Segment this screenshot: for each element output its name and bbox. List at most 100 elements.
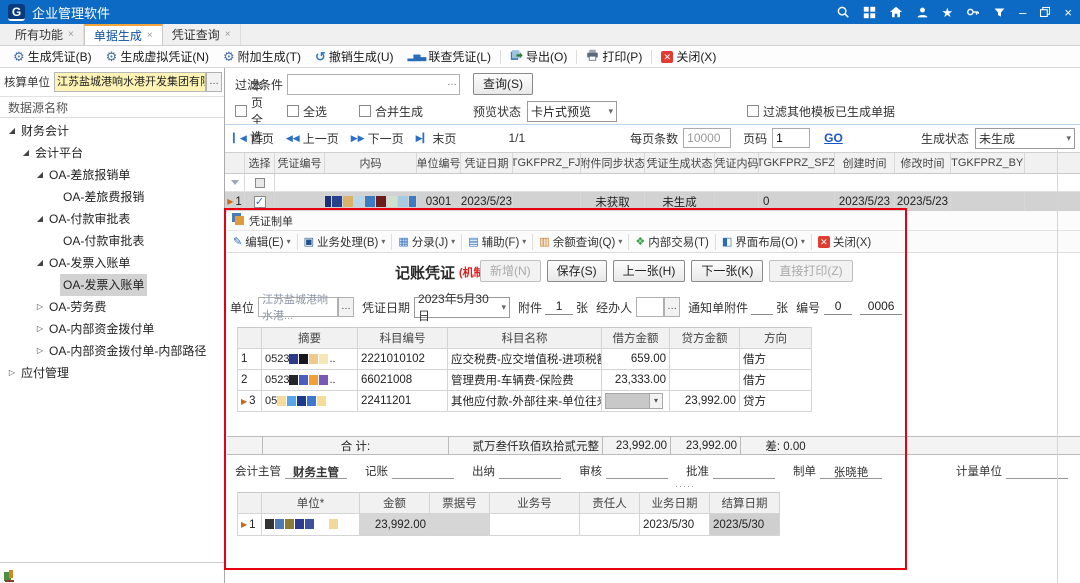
preview-status-select[interactable]: 卡片式预览▾: [527, 101, 617, 122]
close-panel-button[interactable]: ✕关闭(X): [811, 234, 877, 250]
page-size-input[interactable]: [683, 128, 731, 148]
col-voucher-inner-code[interactable]: 凭证内码: [715, 153, 759, 173]
agent-browse-button[interactable]: …: [664, 297, 680, 317]
col-unit-no[interactable]: 单位编号: [417, 153, 461, 173]
unit-browse-button[interactable]: …: [338, 297, 354, 317]
prev-voucher-button[interactable]: 上一张(H): [613, 260, 686, 282]
key-icon[interactable]: [966, 5, 980, 19]
col-sfzf[interactable]: JTGKFPRZ_SFZF: [759, 153, 835, 173]
home-icon[interactable]: [889, 5, 903, 19]
expander-icon[interactable]: ◢: [34, 164, 46, 186]
entry-row[interactable]: 1 0523.. 2221010102 应交税费-应交增值税-进项税额-3% 6…: [237, 349, 812, 370]
tab-close-icon[interactable]: ×: [225, 29, 231, 40]
detail-row[interactable]: ▶1 23,992.00 2023/5/30 2023/5/30: [237, 514, 780, 536]
measure-unit-value[interactable]: [1006, 464, 1068, 479]
expander-icon[interactable]: ◢: [6, 120, 18, 142]
col-modified[interactable]: 修改时间: [895, 153, 951, 173]
cell-responsible[interactable]: [580, 514, 640, 536]
row-checkbox-checked[interactable]: ✓: [254, 196, 266, 208]
cashier-value[interactable]: [499, 464, 561, 479]
restore-icon[interactable]: [1039, 6, 1051, 18]
next-page-button[interactable]: ▶▶下一页: [351, 130, 404, 147]
expander-icon[interactable]: ◢: [34, 208, 46, 230]
attachment-count[interactable]: 1: [545, 299, 573, 315]
filter-condition-input[interactable]: …: [287, 74, 460, 95]
expander-icon[interactable]: ▷: [34, 318, 46, 340]
filter-checkbox[interactable]: [245, 174, 275, 191]
col-inner-code[interactable]: 内码: [325, 153, 417, 173]
append-generate-button[interactable]: ⚙附加生成(T): [216, 47, 308, 67]
browse-icon[interactable]: …: [447, 77, 457, 88]
internal-trade-button[interactable]: ❖内部交易(T): [628, 234, 715, 250]
minimize-icon[interactable]: –: [1019, 6, 1026, 19]
debit-cell-combo[interactable]: ▾: [605, 393, 663, 409]
notice-attachment-count[interactable]: [751, 299, 773, 315]
filter-funnel-icon[interactable]: [225, 174, 245, 191]
tree-item-payment-approval[interactable]: OA-付款审批表: [0, 230, 224, 252]
auditor-value[interactable]: [606, 464, 668, 479]
expander-icon[interactable]: ▷: [34, 340, 46, 362]
close-button[interactable]: ✕关闭(X): [654, 47, 723, 67]
apps-icon[interactable]: [863, 6, 876, 19]
assist-menu-button[interactable]: ▤辅助(F)▾: [461, 234, 532, 250]
tree-item-travel-expense-group[interactable]: ◢OA-差旅报销单: [0, 164, 224, 186]
tab-document-generation[interactable]: 单据生成×: [84, 24, 163, 45]
cell-unit-redacted[interactable]: [262, 514, 360, 536]
col-gen-status[interactable]: 凭证生成状态: [645, 153, 715, 173]
accounting-manager-value[interactable]: 财务主管: [285, 464, 347, 479]
export-button[interactable]: 导出(O): [503, 47, 574, 67]
expander-icon[interactable]: ◢: [34, 252, 46, 274]
expander-icon[interactable]: ▷: [34, 296, 46, 318]
tree-item-internal-fund-transfer-path[interactable]: ▷OA-内部资金拨付单-内部路径: [0, 340, 224, 362]
search-icon[interactable]: [836, 5, 850, 19]
direct-print-button[interactable]: 直接打印(Z): [769, 260, 852, 282]
approver-value[interactable]: [713, 464, 775, 479]
last-page-button[interactable]: ▶▎末页: [416, 130, 457, 147]
new-button[interactable]: 新增(N): [480, 260, 541, 282]
preparer-value[interactable]: 张晓艳: [820, 464, 882, 479]
agent-input[interactable]: [636, 297, 664, 317]
voucher-date-select[interactable]: 2023年5月30日▾: [414, 297, 510, 318]
save-button[interactable]: 保存(S): [547, 260, 607, 282]
col-voucher-date[interactable]: 凭证日期: [461, 153, 513, 173]
tab-close-icon[interactable]: ×: [147, 30, 153, 41]
filter-icon[interactable]: [993, 6, 1006, 19]
col-by1[interactable]: JTGKFPRZ_BY1: [951, 153, 1025, 173]
balance-query-menu-button[interactable]: ▥余额查询(Q)▾: [532, 234, 628, 250]
undo-generate-button[interactable]: ↺撤销生成(U): [308, 47, 401, 67]
cell-amount[interactable]: 23,992.00: [360, 514, 430, 536]
tab-close-icon[interactable]: ×: [68, 29, 74, 40]
link-query-voucher-button[interactable]: ▂▅▃联查凭证(L): [401, 47, 498, 67]
filter-other-templates-checkbox[interactable]: 过滤其他模板已生成单据: [747, 103, 895, 120]
tab-all-functions[interactable]: 所有功能×: [6, 24, 84, 45]
cell-bill-no[interactable]: [430, 514, 490, 536]
print-button[interactable]: 打印(P): [579, 47, 649, 67]
go-link[interactable]: GO: [824, 131, 843, 145]
select-all-checkbox[interactable]: 全选: [287, 103, 337, 120]
tree-item-invoice-entry-group[interactable]: ◢OA-发票入账单: [0, 252, 224, 274]
tab-voucher-query[interactable]: 凭证查询×: [163, 24, 241, 45]
tree-item-finance-accounting[interactable]: ◢财务会计: [0, 120, 224, 142]
entry-row[interactable]: 2 0523.. 66021008 管理费用-车辆费-保险费 23,333.00…: [237, 370, 812, 391]
unit-input[interactable]: 江苏盐城港响水港...: [258, 297, 338, 317]
tree-item-travel-expense[interactable]: OA-差旅费报销: [0, 186, 224, 208]
tree-item-labor-fee[interactable]: ▷OA-劳务费: [0, 296, 224, 318]
tree-item-internal-fund-transfer[interactable]: ▷OA-内部资金拨付单: [0, 318, 224, 340]
tree-item-payable-management[interactable]: ▷应付管理: [0, 362, 224, 384]
bookkeeper-value[interactable]: [392, 464, 454, 479]
cell-settle-date[interactable]: 2023/5/30: [710, 514, 780, 536]
business-process-menu-button[interactable]: ▣业务处理(B)▾: [297, 234, 392, 250]
entries-menu-button[interactable]: ▦分录(J)▾: [391, 234, 461, 250]
merge-generate-checkbox[interactable]: 合并生成: [359, 103, 451, 120]
col-voucher-no[interactable]: 凭证编号: [275, 153, 325, 173]
col-created[interactable]: 创建时间: [835, 153, 895, 173]
first-page-button[interactable]: ▎◀首页: [233, 130, 274, 147]
col-select[interactable]: 选择: [245, 153, 275, 173]
expander-icon[interactable]: ◢: [20, 142, 32, 164]
generation-status-select[interactable]: 未生成▾: [975, 128, 1075, 149]
col-fjs[interactable]: JTGKFPRZ_FJS: [513, 153, 581, 173]
resize-handle-dots[interactable]: ·····: [675, 481, 695, 491]
next-voucher-button[interactable]: 下一张(K): [691, 260, 763, 282]
col-attach-sync-status[interactable]: 附件同步状态: [581, 153, 645, 173]
accounting-unit-input[interactable]: 江苏盐城港响水港开发集团有限公司: [54, 72, 206, 92]
